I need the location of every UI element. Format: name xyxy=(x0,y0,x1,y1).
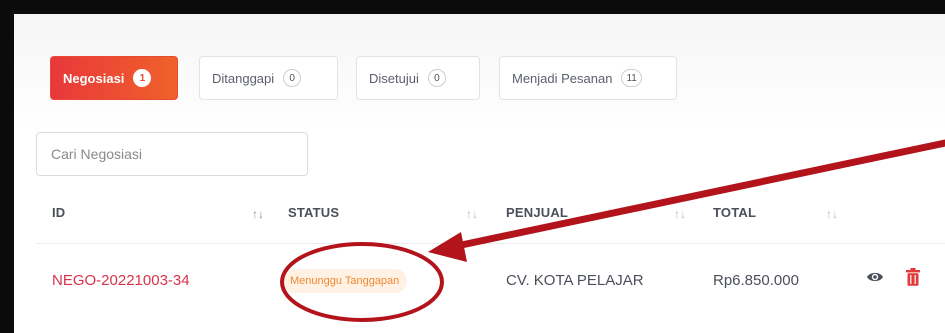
frame-border-top xyxy=(0,0,945,14)
total-amount: Rp6.850.000 xyxy=(713,272,799,289)
sort-icon[interactable]: ↑↓ xyxy=(466,207,478,221)
tab-count-badge: 0 xyxy=(283,69,302,87)
table-header-divider xyxy=(36,243,945,244)
frame-border-left xyxy=(0,0,14,333)
column-header-status[interactable]: STATUS xyxy=(288,205,339,220)
tab-label: Negosiasi xyxy=(63,70,125,86)
tab-label: Disetujui xyxy=(369,70,419,86)
tab-label: Ditanggapi xyxy=(212,70,275,86)
seller-name: CV. KOTA PELAJAR xyxy=(506,272,644,289)
column-header-seller[interactable]: PENJUAL xyxy=(506,205,568,220)
sort-icon[interactable]: ↑↓ xyxy=(826,207,838,221)
trash-icon[interactable] xyxy=(906,268,920,291)
column-header-id[interactable]: ID xyxy=(52,205,65,220)
tab-count-badge: 0 xyxy=(427,69,446,87)
tab-count-badge: 11 xyxy=(621,69,642,87)
tab-menjadi-pesanan[interactable]: Menjadi Pesanan 11 xyxy=(499,56,677,100)
negotiation-id[interactable]: NEGO-20221003-34 xyxy=(52,272,190,289)
tab-disetujui[interactable]: Disetujui 0 xyxy=(356,56,480,100)
tab-negosiasi[interactable]: Negosiasi 1 xyxy=(50,56,178,100)
tab-label: Menjadi Pesanan xyxy=(512,70,613,86)
eye-icon[interactable] xyxy=(866,268,884,291)
tab-ditanggapi[interactable]: Ditanggapi 0 xyxy=(199,56,338,100)
status-badge: Menunggu Tanggapan xyxy=(282,269,408,293)
sort-icon[interactable]: ↑↓ xyxy=(674,207,686,221)
column-header-total[interactable]: TOTAL xyxy=(713,205,756,220)
search-input[interactable] xyxy=(36,132,308,176)
sort-icon[interactable]: ↑↓ xyxy=(252,207,264,221)
tab-count-badge: 1 xyxy=(133,69,152,87)
